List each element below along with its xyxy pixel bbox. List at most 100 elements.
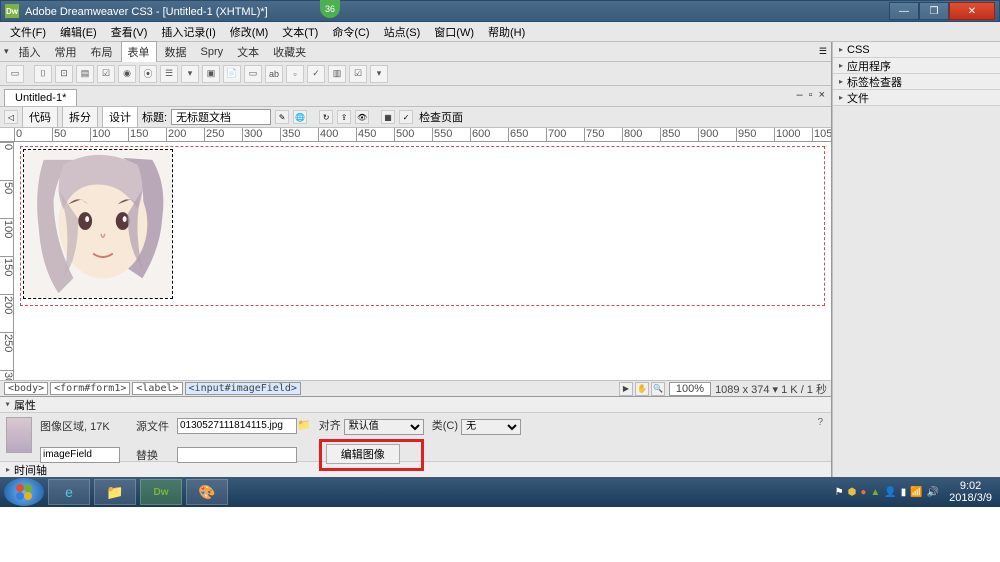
tag-form[interactable]: <form#form1> xyxy=(50,382,130,395)
filefield-icon[interactable]: 📄 xyxy=(223,65,241,83)
globe-icon[interactable]: 🌐 xyxy=(293,110,307,124)
tray-shield-icon[interactable]: ⬢ xyxy=(848,487,857,498)
form-icon[interactable]: ▭ xyxy=(6,65,24,83)
spry-textarea-icon[interactable]: ▥ xyxy=(328,65,346,83)
menu-edit[interactable]: 编辑(E) xyxy=(56,22,101,42)
preview-icon[interactable]: 👁 xyxy=(355,110,369,124)
tray-user-icon[interactable]: 👤 xyxy=(884,487,896,498)
close-button[interactable]: ✕ xyxy=(949,2,995,20)
spry-validation-icon[interactable]: ✓ xyxy=(307,65,325,83)
name-input[interactable] xyxy=(40,447,120,463)
properties-header[interactable]: 属性 xyxy=(0,397,831,413)
menu-text[interactable]: 文本(T) xyxy=(278,22,322,42)
toolbar-menu-icon[interactable]: ☰ xyxy=(819,46,827,57)
start-button[interactable] xyxy=(4,478,44,506)
spry-checkbox-icon[interactable]: ☑ xyxy=(349,65,367,83)
class-select[interactable]: 无 xyxy=(461,419,521,435)
cat-spry[interactable]: Spry xyxy=(195,44,230,60)
menu-help[interactable]: 帮助(H) xyxy=(484,22,529,42)
label-icon[interactable]: ab xyxy=(265,65,283,83)
spry-select-icon[interactable]: ▾ xyxy=(370,65,388,83)
alt-input[interactable] xyxy=(177,447,297,463)
ruler-tick: 1000 xyxy=(774,128,800,142)
design-view-button[interactable]: 设计 xyxy=(102,106,138,128)
cat-common[interactable]: 常用 xyxy=(49,42,83,62)
menu-view[interactable]: 查看(V) xyxy=(107,22,152,42)
ruler-tick: 700 xyxy=(546,128,566,142)
task-paint[interactable]: 🎨 xyxy=(186,479,228,505)
zoom-icon[interactable]: 🔍 xyxy=(651,382,665,396)
taskbar-clock[interactable]: 9:02 2018/3/9 xyxy=(945,480,996,504)
insert-toolbar-categories: ▾ 插入 常用 布局 表单 数据 Spry 文本 收藏夹 ☰ xyxy=(0,42,831,62)
tray-network-icon[interactable]: 📶 xyxy=(910,487,922,498)
doc-restore[interactable]: ▫ xyxy=(809,89,813,101)
list-icon[interactable]: ☰ xyxy=(160,65,178,83)
maximize-button[interactable]: ❐ xyxy=(919,2,949,20)
design-canvas[interactable] xyxy=(14,142,831,380)
hand-icon[interactable]: ✋ xyxy=(635,382,649,396)
panel-files[interactable]: 文件 xyxy=(833,90,1000,106)
jumpmenu-icon[interactable]: ▾ xyxy=(181,65,199,83)
panel-application[interactable]: 应用程序 xyxy=(833,58,1000,74)
task-ie[interactable]: e xyxy=(48,479,90,505)
panel-css[interactable]: CSS xyxy=(833,42,1000,58)
minimize-button[interactable]: — xyxy=(889,2,919,20)
task-explorer[interactable]: 📁 xyxy=(94,479,136,505)
fileupload-icon[interactable]: ⇪ xyxy=(337,110,351,124)
src-field-wrap: 📁 xyxy=(177,418,311,434)
folder-icon[interactable]: 📁 xyxy=(297,419,311,431)
tag-body[interactable]: <body> xyxy=(4,382,48,395)
image-field[interactable] xyxy=(23,149,173,299)
doc-prev-icon[interactable]: ◁ xyxy=(4,110,18,124)
side-panel: CSS 应用程序 标签检查器 文件 xyxy=(832,42,1000,477)
textarea-icon[interactable]: ▤ xyxy=(76,65,94,83)
menu-site[interactable]: 站点(S) xyxy=(380,22,425,42)
cat-forms[interactable]: 表单 xyxy=(121,41,157,62)
checkbox-icon[interactable]: ☑ xyxy=(97,65,115,83)
menu-window[interactable]: 窗口(W) xyxy=(430,22,478,42)
cat-favorites[interactable]: 收藏夹 xyxy=(267,42,312,62)
textfield-icon[interactable]: ⌷ xyxy=(34,65,52,83)
visualaid-icon[interactable]: ▦ xyxy=(381,110,395,124)
menu-insert[interactable]: 插入记录(I) xyxy=(157,22,219,42)
tray-app-icon[interactable]: ▲ xyxy=(870,487,880,498)
task-dreamweaver[interactable]: Dw xyxy=(140,479,182,505)
cat-text[interactable]: 文本 xyxy=(231,42,265,62)
tray-signal-icon[interactable]: ▮ xyxy=(901,487,907,498)
doc-tab[interactable]: Untitled-1* xyxy=(4,89,77,106)
split-view-button[interactable]: 拆分 xyxy=(62,106,98,128)
radio-icon[interactable]: ◉ xyxy=(118,65,136,83)
expander-icon[interactable]: ▾ xyxy=(4,46,9,57)
menu-modify[interactable]: 修改(M) xyxy=(226,22,273,42)
validate-icon[interactable]: ✓ xyxy=(399,110,413,124)
tray-volume-icon[interactable]: 🔊 xyxy=(927,487,939,498)
menu-commands[interactable]: 命令(C) xyxy=(328,22,373,42)
ruler-tick: 900 xyxy=(698,128,718,142)
hidden-icon[interactable]: ⊡ xyxy=(55,65,73,83)
checkspelling-icon[interactable]: ✎ xyxy=(275,110,289,124)
doc-minimize[interactable]: – xyxy=(797,89,803,101)
tray-flag-icon[interactable]: ⚑ xyxy=(835,487,844,498)
help-icon[interactable]: ? xyxy=(817,417,823,428)
fieldset-icon[interactable]: ▫ xyxy=(286,65,304,83)
tag-input[interactable]: <input#imageField> xyxy=(185,382,301,395)
zoom-select[interactable]: 100% xyxy=(669,382,711,396)
cat-data[interactable]: 数据 xyxy=(159,42,193,62)
panel-tag-inspector[interactable]: 标签检查器 xyxy=(833,74,1000,90)
doc-close[interactable]: × xyxy=(819,89,825,101)
tag-label[interactable]: <label> xyxy=(132,382,182,395)
refresh-icon[interactable]: ↻ xyxy=(319,110,333,124)
button-icon[interactable]: ▭ xyxy=(244,65,262,83)
cat-layout[interactable]: 布局 xyxy=(85,42,119,62)
imagefield-icon[interactable]: ▣ xyxy=(202,65,220,83)
edit-image-button[interactable]: 编辑图像 xyxy=(326,444,400,464)
tray-circle-icon[interactable]: ● xyxy=(860,487,866,498)
radiogroup-icon[interactable]: ⦿ xyxy=(139,65,157,83)
pointer-icon[interactable]: ▶ xyxy=(619,382,633,396)
check-page-label[interactable]: 检查页面 xyxy=(419,109,463,125)
title-input[interactable] xyxy=(171,109,271,125)
menu-file[interactable]: 文件(F) xyxy=(6,22,50,42)
code-view-button[interactable]: 代码 xyxy=(22,106,58,128)
src-input[interactable] xyxy=(177,418,297,434)
align-select[interactable]: 默认值 xyxy=(344,419,424,435)
